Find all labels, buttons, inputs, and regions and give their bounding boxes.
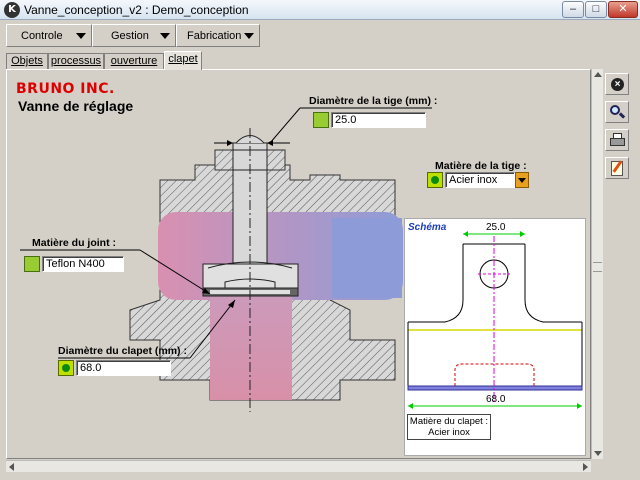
close-circle-icon: × [611,78,624,91]
schema-note-line2: Acier inox [428,427,470,438]
printer-icon [610,138,625,146]
print-tool-button[interactable] [605,129,629,151]
magnifier-handle [618,112,626,119]
close-tool-button[interactable]: × [605,73,629,95]
search-tool-button[interactable] [605,101,629,123]
scroll-right-icon[interactable] [583,463,588,471]
printer-paper [613,133,622,139]
schema-dim-bottom: 68.0 [486,394,506,405]
schema-drawing [407,231,583,409]
schema-note: Matière du clapet : Acier inox [407,414,491,440]
scroll-thumb[interactable] [593,262,602,272]
edit-tool-button[interactable] [605,157,629,179]
schema-dim-top: 25.0 [486,222,506,233]
schema-note-line1: Matière du clapet : [409,416,489,427]
vertical-scrollbar[interactable] [591,69,603,459]
scroll-down-icon[interactable] [594,451,602,456]
tab-clapet[interactable]: clapet [164,51,202,70]
scroll-up-icon[interactable] [594,72,602,77]
scroll-left-icon[interactable] [9,463,14,471]
horizontal-scrollbar[interactable] [6,460,591,472]
